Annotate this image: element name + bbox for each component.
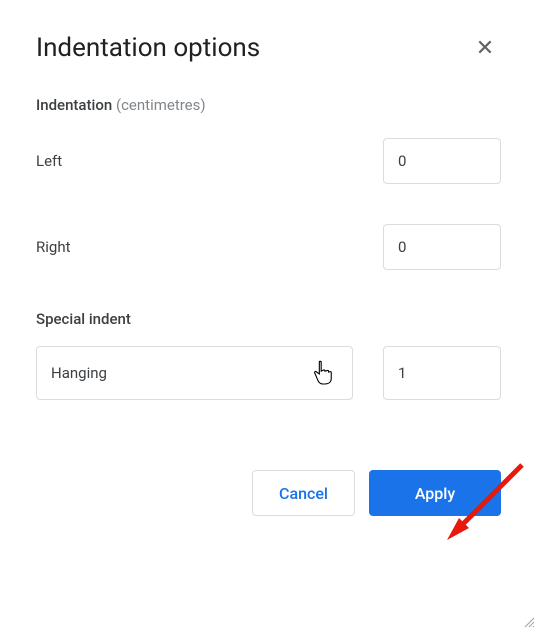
- close-icon: ✕: [476, 36, 494, 61]
- pointer-cursor-icon: [312, 360, 334, 386]
- right-label: Right: [36, 238, 70, 256]
- indentation-unit: (centimetres): [116, 96, 206, 114]
- dialog-header: Indentation options ✕: [36, 32, 501, 64]
- resize-handle-icon: [523, 616, 535, 628]
- special-indent-label: Special indent: [36, 310, 501, 328]
- left-input[interactable]: [383, 138, 501, 184]
- right-input[interactable]: [383, 224, 501, 270]
- special-indent-select[interactable]: Hanging: [36, 346, 353, 400]
- apply-button[interactable]: Apply: [369, 470, 501, 516]
- indentation-label-text: Indentation: [36, 96, 112, 114]
- special-indent-row: Hanging: [36, 346, 501, 400]
- right-row: Right: [36, 224, 501, 270]
- close-button[interactable]: ✕: [469, 32, 501, 64]
- left-label: Left: [36, 152, 62, 170]
- dialog-buttons: Cancel Apply: [36, 470, 501, 516]
- indentation-section-label: Indentation (centimetres): [36, 96, 501, 114]
- cancel-button[interactable]: Cancel: [252, 470, 355, 516]
- special-indent-value: Hanging: [51, 364, 107, 382]
- left-row: Left: [36, 138, 501, 184]
- special-indent-amount[interactable]: [383, 346, 501, 400]
- dialog-title: Indentation options: [36, 33, 260, 63]
